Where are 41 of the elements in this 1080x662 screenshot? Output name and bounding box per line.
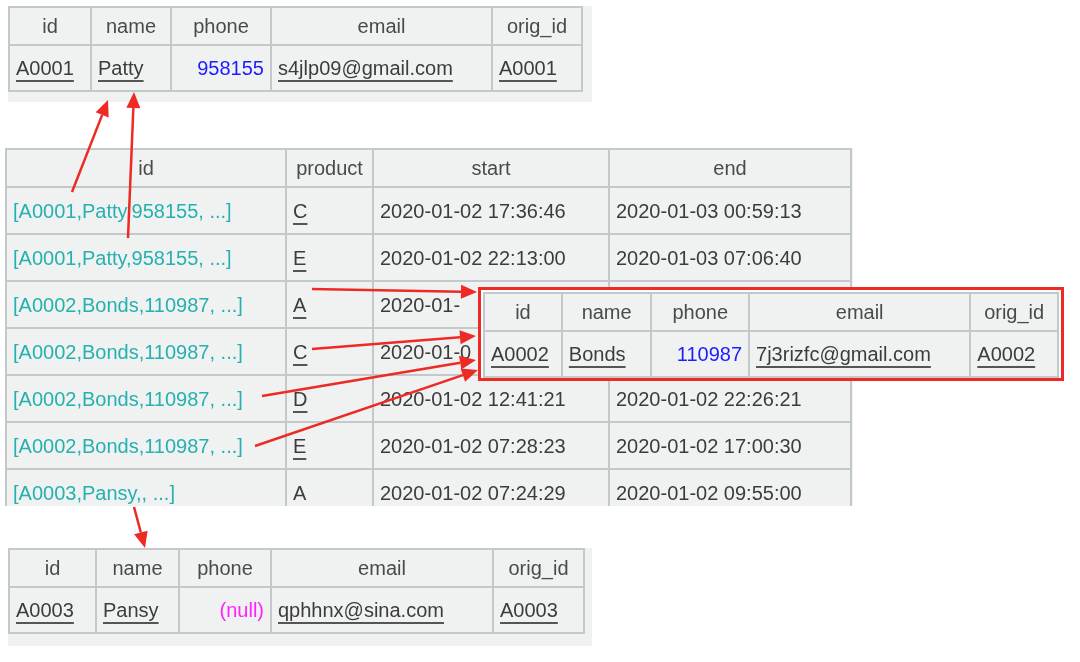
column-header: name [106,15,156,37]
table-cell: 110987 [676,343,743,365]
arrow [132,506,148,548]
table-cell: 2020-01-02 17:00:30 [616,434,802,457]
column-header: start [471,157,511,179]
link-cell-text[interactable]: D [293,387,308,410]
column-header: end [713,157,747,179]
link-cell-text[interactable]: C [293,340,308,363]
table-cell: 2020-01-03 00:59:13 [616,199,802,222]
column-header: id [42,15,58,37]
table-cell: 2020-01-02 22:26:21 [616,387,802,410]
table-cell: 2020-01-02 22:13:00 [380,246,566,269]
link-cell-text[interactable]: E [293,434,307,457]
column-header: orig_id [984,301,1045,323]
column-header: phone [672,301,729,323]
column-header: orig_id [508,557,569,579]
column-header: phone [193,15,249,37]
column-header: orig_id [506,15,567,37]
column-header: phone [197,557,253,579]
link-cell-text[interactable]: A [293,293,307,316]
link-cell-text[interactable]: C [293,199,308,222]
table-cell: 2020-01-02 07:24:29 [380,481,566,504]
column-header: email [357,15,406,37]
column-header: name [581,301,632,323]
table-cell: 2020-01- [380,293,461,316]
column-header: id [44,557,61,579]
table-cell: 2020-01-02 07:28:23 [380,434,566,457]
table-cell: A [293,481,307,504]
table-cell: 2020-01-02 09:55:00 [616,481,802,504]
column-header: id [138,157,154,179]
column-header: email [358,557,406,579]
column-header: id [515,301,531,323]
table-cell: (null) [219,599,264,621]
table-cell: 958155 [197,57,264,79]
table-cell: 2020-01-03 07:06:40 [616,246,802,269]
table-cell: 2020-01-0 [380,340,472,363]
link-cell-text[interactable]: E [293,246,307,269]
column-header: email [835,301,884,323]
column-header: name [112,557,163,579]
table-cell: 2020-01-02 17:36:46 [380,199,566,222]
column-header: product [296,157,363,179]
